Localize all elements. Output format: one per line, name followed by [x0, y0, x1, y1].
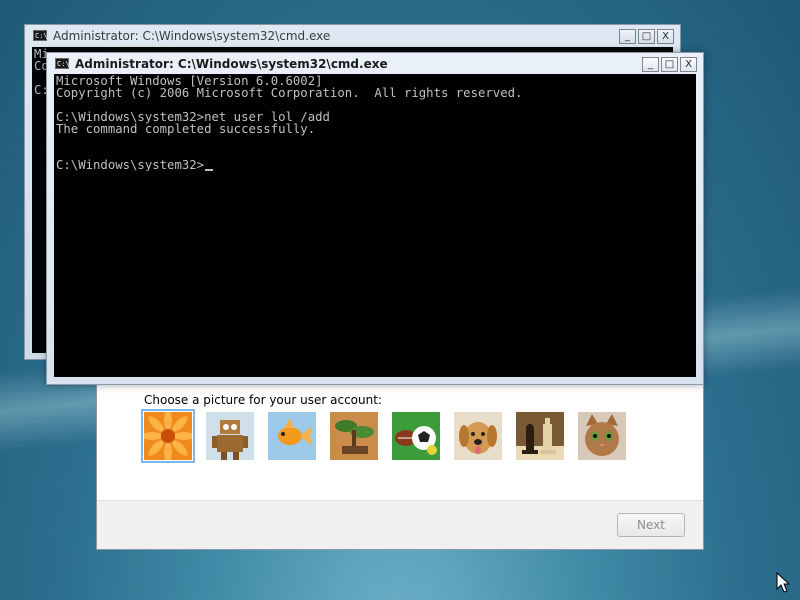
minimize-button[interactable]: _ [642, 57, 659, 72]
picture-chess[interactable] [516, 412, 564, 460]
kitten-icon [578, 412, 626, 460]
maximize-button[interactable]: □ [638, 29, 655, 44]
picture-flower[interactable] [141, 409, 195, 463]
picture-puppy[interactable] [454, 412, 502, 460]
console-text: Microsoft Windows [Version 6.0.6002] Cop… [54, 74, 696, 171]
text-cursor [205, 169, 214, 171]
puppy-icon [454, 412, 502, 460]
picture-kitten[interactable] [578, 412, 626, 460]
picture-sports-balls[interactable] [392, 412, 440, 460]
mouse-pointer-icon [776, 572, 790, 593]
sports-balls-icon [392, 412, 440, 460]
minimize-button[interactable]: _ [619, 29, 636, 44]
picture-list [141, 409, 640, 463]
flower-icon [144, 412, 192, 460]
maximize-button[interactable]: □ [661, 57, 678, 72]
cmd-window-foreground[interactable]: C:\ Administrator: C:\Windows\system32\c… [46, 52, 704, 385]
caption-buttons: _ □ X [617, 29, 674, 44]
next-button[interactable]: Next [617, 513, 685, 537]
title-bar[interactable]: C:\ Administrator: C:\Windows\system32\c… [25, 25, 680, 49]
picture-robot[interactable] [206, 412, 254, 460]
robot-icon [206, 412, 254, 460]
bonsai-icon [330, 412, 378, 460]
close-button[interactable]: X [657, 29, 674, 44]
close-button[interactable]: X [680, 57, 697, 72]
console-line: Copyright (c) 2006 Microsoft Corporation… [56, 86, 523, 100]
picture-goldfish[interactable] [268, 412, 316, 460]
wizard-footer: Next [97, 500, 703, 549]
console-output[interactable]: Microsoft Windows [Version 6.0.6002] Cop… [54, 74, 696, 377]
window-title: Administrator: C:\Windows\system32\cmd.e… [53, 29, 331, 43]
console-line: The command completed successfully. [56, 122, 316, 136]
chess-icon [516, 412, 564, 460]
window-title: Administrator: C:\Windows\system32\cmd.e… [75, 57, 388, 71]
picture-bonsai[interactable] [330, 412, 378, 460]
caption-buttons: _ □ X [640, 57, 697, 72]
picture-prompt-label: Choose a picture for your user account: [144, 393, 382, 407]
console-prompt: C:\Windows\system32> [56, 158, 205, 171]
goldfish-icon [268, 412, 316, 460]
console-icon: C:\ [33, 30, 48, 41]
console-icon: C:\ [55, 58, 70, 69]
user-account-wizard: Choose a picture for your user account: [96, 360, 704, 550]
